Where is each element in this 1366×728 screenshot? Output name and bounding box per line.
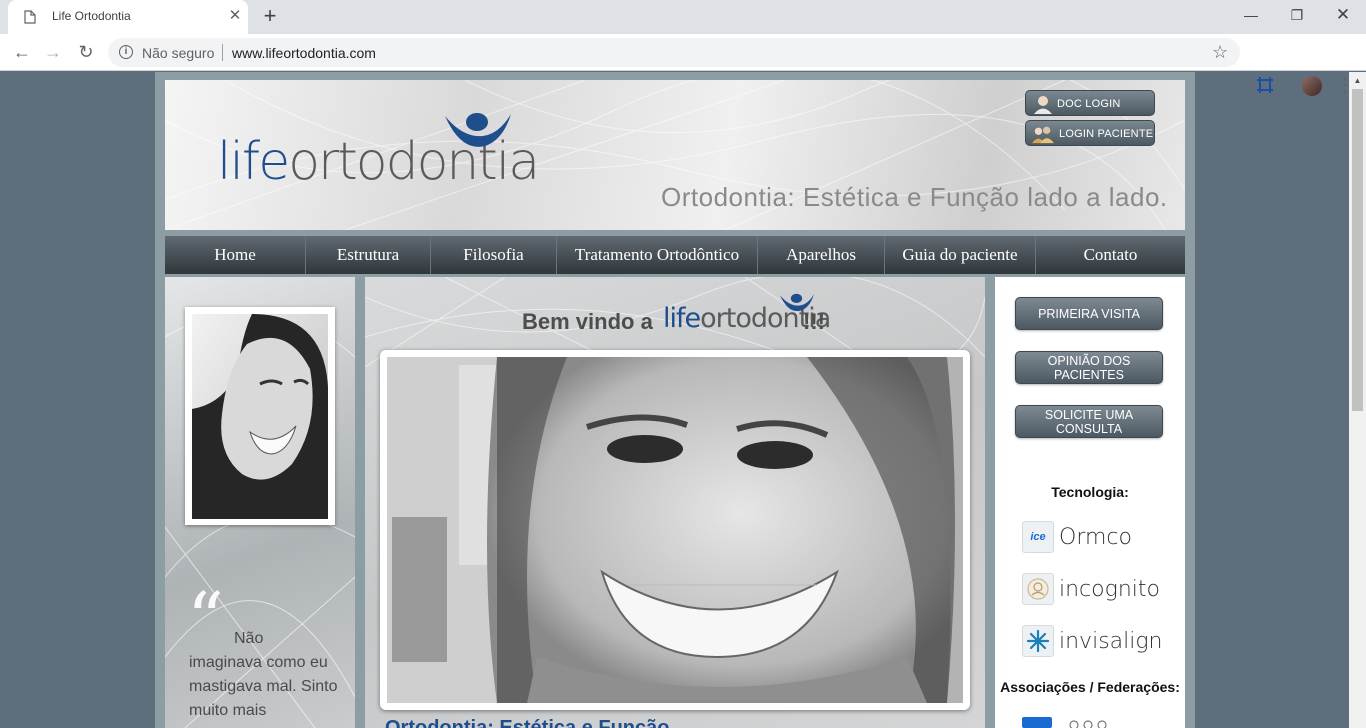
minimize-window-button[interactable]: —	[1228, 0, 1274, 30]
main-content: Bem vindo a lifeortodontia !!! Ortodonti…	[365, 277, 985, 728]
brand-ormco-name: Ormco	[1059, 524, 1132, 550]
nav-tratamento[interactable]: Tratamento Ortodôntico	[557, 236, 758, 274]
ormco-ice-badge: ice	[1022, 521, 1054, 553]
main-navigation: Home Estrutura Filosofia Tratamento Orto…	[165, 236, 1185, 274]
welcome-exclamation: !!!	[803, 309, 825, 334]
solicite-consulta-button[interactable]: SOLICITE UMA CONSULTA	[1015, 405, 1163, 438]
hero-smiling-woman-photo	[387, 357, 963, 703]
right-sidebar: PRIMEIRA VISITA OPINIÃO DOS PACIENTES SO…	[995, 277, 1185, 728]
invisalign-star-icon	[1022, 625, 1054, 657]
doc-login-label: DOC LOGIN	[1057, 98, 1121, 110]
info-icon[interactable]: i	[119, 45, 133, 59]
brand-incognito-name: incognito	[1059, 576, 1160, 602]
testimonial-sidebar: “ Não imaginava como eu mastigava mal. S…	[165, 277, 355, 728]
opiniao-pacientes-button[interactable]: OPINIÃO DOS PACIENTES	[1015, 351, 1163, 384]
testimonial-quote: Não imaginava como eu mastigava mal. Sin…	[189, 630, 338, 719]
close-window-button[interactable]: ✕	[1320, 0, 1366, 30]
nav-estrutura[interactable]: Estrutura	[306, 236, 431, 274]
forward-icon[interactable]: →	[40, 40, 66, 64]
hero-image-frame	[380, 350, 970, 710]
ormco-badge-text: ice	[1030, 531, 1046, 543]
browser-toolbar: ← → ↻ i Não seguro www.lifeortodontia.co…	[0, 34, 1366, 96]
logo-life: life	[217, 132, 290, 192]
address-bar[interactable]: i Não seguro www.lifeortodontia.com ☆	[108, 38, 1240, 67]
patient-login-label: LOGIN PACIENTE	[1059, 128, 1154, 140]
nav-contato[interactable]: Contato	[1036, 236, 1185, 274]
divider	[222, 44, 223, 61]
brand-invisalign[interactable]: invisalign	[1022, 624, 1163, 658]
header-tagline: Ortodontia: Estética e Função lado a lad…	[661, 182, 1168, 212]
site-header: lifeortodontia Ortodontia: Estética e Fu…	[165, 80, 1185, 230]
page-icon	[24, 10, 36, 24]
browser-tab-strip: Life Ortodontia ✕ + — ❐ ✕	[0, 0, 1366, 34]
extension-icon[interactable]	[1256, 76, 1274, 94]
scroll-up-icon[interactable]: ▲	[1349, 72, 1366, 89]
section-title: Ortodontia: Estética e Função	[385, 717, 670, 728]
logo-figure-icon	[445, 113, 511, 147]
page-scrollbar[interactable]: ▲	[1349, 72, 1366, 728]
nav-home[interactable]: Home	[165, 236, 306, 274]
nav-aparelhos[interactable]: Aparelhos	[758, 236, 885, 274]
primeira-visita-button[interactable]: PRIMEIRA VISITA	[1015, 297, 1163, 330]
browser-tab[interactable]: Life Ortodontia ✕	[8, 0, 248, 34]
restore-window-button[interactable]: ❐	[1274, 0, 1320, 30]
patients-icon	[1032, 126, 1054, 144]
nav-filosofia[interactable]: Filosofia	[431, 236, 557, 274]
doc-login-button[interactable]: DOC LOGIN	[1025, 90, 1155, 116]
welcome-logo-life: life	[663, 303, 701, 334]
reload-icon[interactable]: ↻	[73, 40, 99, 64]
back-icon[interactable]: ←	[9, 40, 35, 64]
testimonial-photo	[192, 314, 328, 519]
tab-title: Life Ortodontia	[52, 9, 131, 23]
profile-avatar[interactable]	[1302, 76, 1322, 96]
associacoes-heading: Associações / Federações:	[1000, 679, 1180, 695]
brand-invisalign-name: invisalign	[1059, 628, 1163, 654]
bookmark-star-icon[interactable]: ☆	[1212, 42, 1228, 63]
welcome-text: Bem vindo a	[522, 309, 653, 334]
nav-guia-paciente[interactable]: Guia do paciente	[885, 236, 1036, 274]
close-tab-icon[interactable]: ✕	[226, 7, 244, 25]
association-logos[interactable]	[1022, 715, 1152, 728]
url-text[interactable]: www.lifeortodontia.com	[232, 45, 376, 61]
tecnologia-heading: Tecnologia:	[1051, 484, 1129, 500]
brand-ormco[interactable]: ice Ormco	[1022, 520, 1132, 554]
security-label[interactable]: Não seguro	[142, 45, 214, 61]
patient-login-button[interactable]: LOGIN PACIENTE	[1025, 120, 1155, 146]
testimonial-photo-frame	[185, 307, 335, 525]
new-tab-button[interactable]: +	[258, 5, 282, 29]
brand-incognito[interactable]: incognito	[1022, 572, 1160, 606]
doctor-icon	[1034, 96, 1052, 114]
incognito-icon	[1022, 573, 1054, 605]
scrollbar-thumb[interactable]	[1352, 89, 1363, 411]
site-container: lifeortodontia Ortodontia: Estética e Fu…	[155, 72, 1195, 728]
